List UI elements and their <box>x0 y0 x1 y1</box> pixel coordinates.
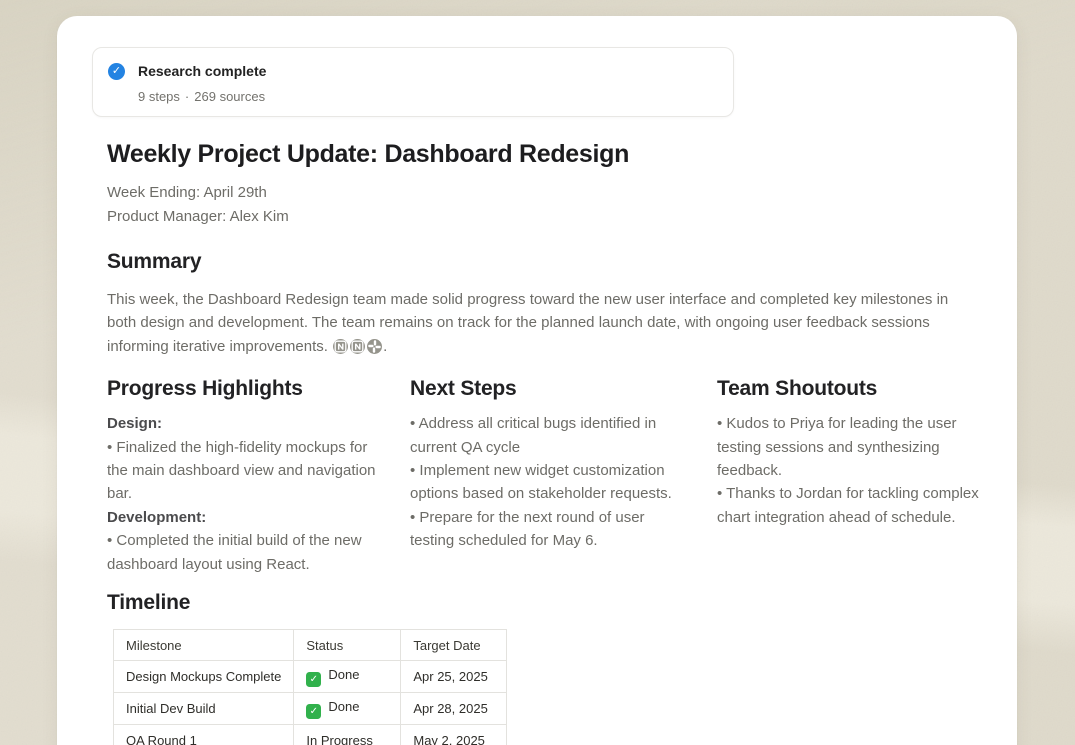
page-title: Weekly Project Update: Dashboard Redesig… <box>107 139 990 169</box>
status-cell: ✓ Done <box>294 661 401 693</box>
milestone-cell: Design Mockups Complete <box>114 661 294 693</box>
column-next-steps: Next Steps • Address all critical bugs id… <box>410 376 687 576</box>
summary-text: This week, the Dashboard Redesign team m… <box>107 291 948 355</box>
column-subheading: Development: <box>107 506 380 529</box>
desktop-background: { "colors": { "accent_blue": "#2383e2", … <box>0 0 1075 745</box>
summary-paragraph: This week, the Dashboard Redesign team m… <box>107 288 969 358</box>
target-date-cell: May 2, 2025 <box>401 725 507 745</box>
column-team-shoutouts: Team Shoutouts • Kudos to Priya for leadi… <box>717 376 990 576</box>
target-date-cell: Apr 25, 2025 <box>401 661 507 693</box>
notion-icon[interactable] <box>333 339 348 354</box>
three-column-section: Progress Highlights Design:• Finalized th… <box>107 376 990 576</box>
done-check-icon: ✓ <box>306 704 321 719</box>
summary-trailing-period: . <box>383 338 387 355</box>
column-header-milestone: Milestone <box>114 630 294 661</box>
done-check-icon: ✓ <box>306 672 321 687</box>
status-label: Done <box>328 667 359 682</box>
column-bullet-item: • Prepare for the next round of user tes… <box>410 506 687 553</box>
research-meta: 9 steps · 269 sources <box>138 89 733 105</box>
table-row: Initial Dev Build ✓ Done Apr 28, 2025 <box>114 693 507 725</box>
column-header-target-date: Target Date <box>401 630 507 661</box>
milestone-cell: QA Round 1 <box>114 725 294 745</box>
column-heading: Progress Highlights <box>107 376 380 402</box>
column-bullet-item: • Address all critical bugs identified i… <box>410 412 687 459</box>
column-subheading: Design: <box>107 412 380 435</box>
research-complete-banner[interactable]: ✓ Research complete 9 steps · 269 sources <box>92 47 734 117</box>
column-progress-highlights: Progress Highlights Design:• Finalized th… <box>107 376 380 576</box>
status-cell: In Progress <box>294 725 401 745</box>
meta-separator: · <box>185 89 189 104</box>
status-label: Done <box>328 699 359 714</box>
target-date-cell: Apr 28, 2025 <box>401 693 507 725</box>
column-header-status: Status <box>294 630 401 661</box>
column-heading: Team Shoutouts <box>717 376 990 402</box>
slack-icon[interactable] <box>367 339 382 354</box>
table-row: QA Round 1 In Progress May 2, 2025 <box>114 725 507 745</box>
column-bullet-item: • Finalized the high-fidelity mockups fo… <box>107 436 380 506</box>
column-bullet-item: • Kudos to Priya for leading the user te… <box>717 412 990 482</box>
column-heading: Next Steps <box>410 376 687 402</box>
status-label: In Progress <box>306 733 372 745</box>
week-ending-line: Week Ending: April 29th <box>107 181 990 205</box>
sources-count: 269 sources <box>194 89 265 104</box>
document-card: ✓ Research complete 9 steps·269 sources … <box>57 16 1017 745</box>
milestone-cell: Initial Dev Build <box>114 693 294 725</box>
citation-chips <box>332 338 383 355</box>
timeline-heading: Timeline <box>107 590 990 616</box>
status-cell: ✓ Done <box>294 693 401 725</box>
column-bullet-item: • Thanks to Jordan for tackling complex … <box>717 482 990 529</box>
check-circle-icon: ✓ <box>108 63 125 80</box>
notion-icon[interactable] <box>350 339 365 354</box>
research-status-title: Research complete <box>138 63 733 80</box>
table-header-row: Milestone Status Target Date <box>114 630 507 661</box>
document-meta: Week Ending: April 29th Product Manager:… <box>107 181 990 228</box>
steps-count: 9 steps <box>138 89 180 104</box>
product-manager-line: Product Manager: Alex Kim <box>107 205 990 229</box>
summary-heading: Summary <box>107 249 990 275</box>
timeline-table: Milestone Status Target Date Design Mock… <box>113 629 507 745</box>
table-row: Design Mockups Complete ✓ Done Apr 25, 2025 <box>114 661 507 693</box>
column-bullet-item: • Implement new widget customization opt… <box>410 459 687 506</box>
column-bullet-item: • Completed the initial build of the new… <box>107 529 380 576</box>
